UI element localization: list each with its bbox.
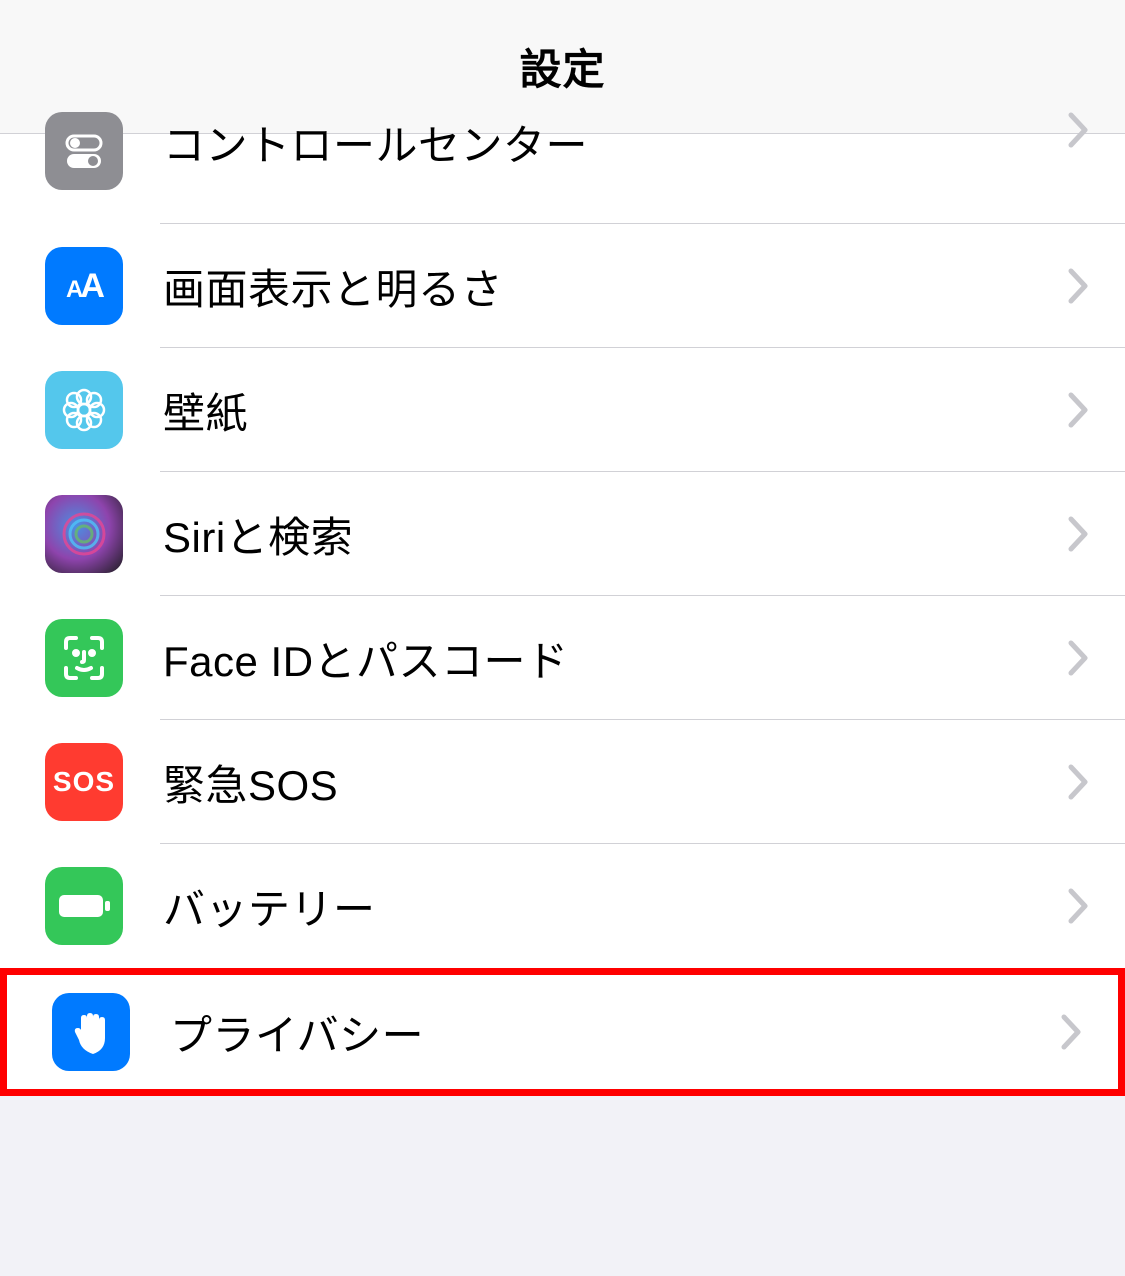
row-battery[interactable]: バッテリー (0, 844, 1125, 968)
row-privacy[interactable]: プライバシー (7, 975, 1118, 1089)
row-control-center[interactable]: コントロールセンター (0, 134, 1125, 224)
row-label: 緊急SOS (163, 752, 1068, 813)
chevron-right-icon (1068, 392, 1090, 428)
flower-icon (45, 371, 123, 449)
row-label: Siriと検索 (163, 504, 1068, 565)
row-face-id[interactable]: Face IDとパスコード (0, 596, 1125, 720)
sos-icon: SOS (45, 743, 123, 821)
highlight-annotation: プライバシー (0, 968, 1125, 1096)
row-label: 壁紙 (163, 380, 1068, 441)
battery-icon (45, 867, 123, 945)
row-label: バッテリー (163, 876, 1068, 937)
chevron-right-icon (1068, 268, 1090, 304)
footer-space (0, 1096, 1125, 1276)
hand-icon (52, 993, 130, 1071)
siri-icon (45, 495, 123, 573)
toggles-icon (45, 112, 123, 190)
row-label: プライバシー (170, 1002, 1061, 1063)
chevron-right-icon (1068, 764, 1090, 800)
page-title: 設定 (519, 36, 605, 97)
chevron-right-icon (1068, 516, 1090, 552)
chevron-right-icon (1068, 640, 1090, 676)
row-emergency-sos[interactable]: SOS 緊急SOS (0, 720, 1125, 844)
row-display-brightness[interactable]: AA 画面表示と明るさ (0, 224, 1125, 348)
chevron-right-icon (1061, 1014, 1083, 1050)
chevron-right-icon (1068, 112, 1090, 148)
text-size-icon: AA (45, 247, 123, 325)
chevron-right-icon (1068, 888, 1090, 924)
row-label: 画面表示と明るさ (163, 256, 1068, 317)
face-id-icon (45, 619, 123, 697)
row-wallpaper[interactable]: 壁紙 (0, 348, 1125, 472)
row-label: コントロールセンター (163, 112, 1068, 173)
settings-list: コントロールセンター AA 画面表示と明るさ (0, 134, 1125, 1096)
row-siri-search[interactable]: Siriと検索 (0, 472, 1125, 596)
row-label: Face IDとパスコード (163, 628, 1068, 689)
